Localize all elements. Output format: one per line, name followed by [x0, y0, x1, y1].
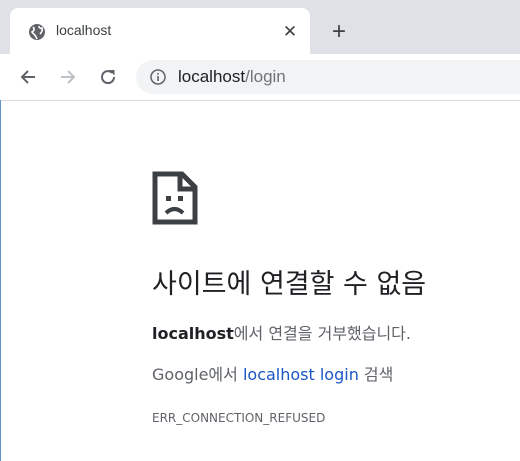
close-icon[interactable]: ✕	[281, 22, 299, 42]
forward-icon[interactable]	[57, 66, 79, 88]
error-message: localhost에서 연결을 거부했습니다.	[152, 320, 411, 344]
info-icon[interactable]	[150, 69, 166, 85]
new-tab-button[interactable]: +	[327, 20, 351, 45]
toolbar: localhost/login	[0, 54, 520, 101]
search-suggestion-link[interactable]: localhost login	[243, 365, 359, 384]
error-host: localhost	[152, 324, 234, 343]
sad-document-icon	[152, 171, 198, 225]
url-host: localhost	[178, 67, 246, 86]
back-icon[interactable]	[17, 66, 39, 88]
globe-icon	[29, 24, 45, 40]
suggestion-suffix: 검색	[358, 365, 394, 384]
window-edge	[0, 100, 1, 461]
reload-icon[interactable]	[97, 66, 119, 88]
error-title: 사이트에 연결할 수 없음	[152, 269, 427, 300]
tab-title: localhost	[56, 22, 112, 38]
address-bar[interactable]: localhost/login	[136, 60, 520, 94]
url-path: /login	[245, 67, 286, 86]
suggestion-prefix: Google에서	[152, 365, 243, 384]
url-text: localhost/login	[178, 67, 286, 87]
error-message-text: 에서 연결을 거부했습니다.	[233, 324, 411, 343]
search-suggestion: Google에서 localhost login 검색	[152, 361, 393, 385]
tab-strip: localhost ✕ +	[0, 0, 520, 54]
error-code: ERR_CONNECTION_REFUSED	[152, 411, 326, 425]
active-tab[interactable]: localhost ✕	[10, 8, 310, 54]
